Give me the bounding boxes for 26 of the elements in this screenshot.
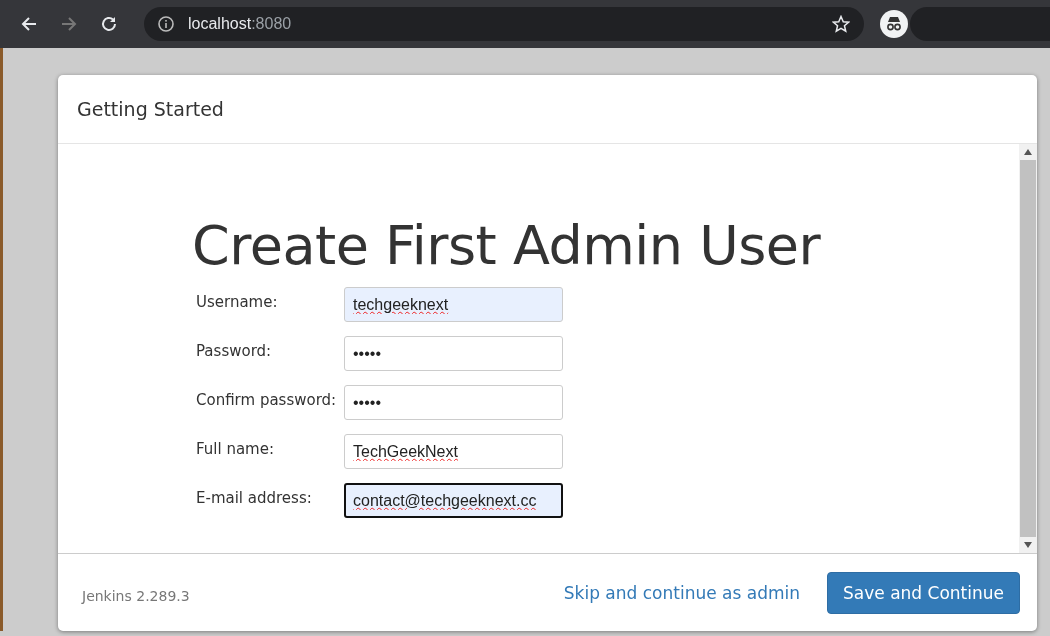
scroll-up-icon[interactable] (1024, 149, 1032, 155)
reload-icon[interactable] (100, 15, 118, 33)
star-icon[interactable] (832, 15, 850, 33)
address-bar[interactable]: localhost:8080 (144, 7, 864, 41)
info-icon (158, 16, 174, 32)
skip-link[interactable]: Skip and continue as admin (563, 582, 801, 603)
input-field[interactable]: techgeeknext (344, 287, 563, 322)
page-heading: Create First Admin User (192, 214, 822, 277)
save-button[interactable]: Save and Continue (827, 571, 1020, 614)
field-label: Username: (196, 292, 279, 311)
field-label: Confirm password: (196, 390, 338, 409)
dialog-title: Getting Started (77, 98, 224, 120)
field-label: Full name: (196, 439, 275, 458)
input-field[interactable]: ••••• (344, 385, 563, 420)
url-text: localhost:8080 (188, 15, 293, 33)
forward-arrow-icon[interactable] (60, 15, 78, 33)
input-field[interactable]: contact@techgeeknext.cc (344, 483, 563, 518)
input-field[interactable]: TechGeekNext (344, 434, 563, 469)
scroll-down-icon[interactable] (1024, 542, 1032, 548)
input-field[interactable]: ••••• (344, 336, 563, 371)
back-arrow-icon[interactable] (20, 15, 38, 33)
scrollbar[interactable] (1019, 144, 1037, 553)
field-label: E-mail address: (196, 488, 313, 507)
version-text: Jenkins 2.289.3 (82, 586, 191, 604)
field-label: Password: (196, 341, 273, 360)
incognito-icon[interactable] (880, 10, 908, 38)
